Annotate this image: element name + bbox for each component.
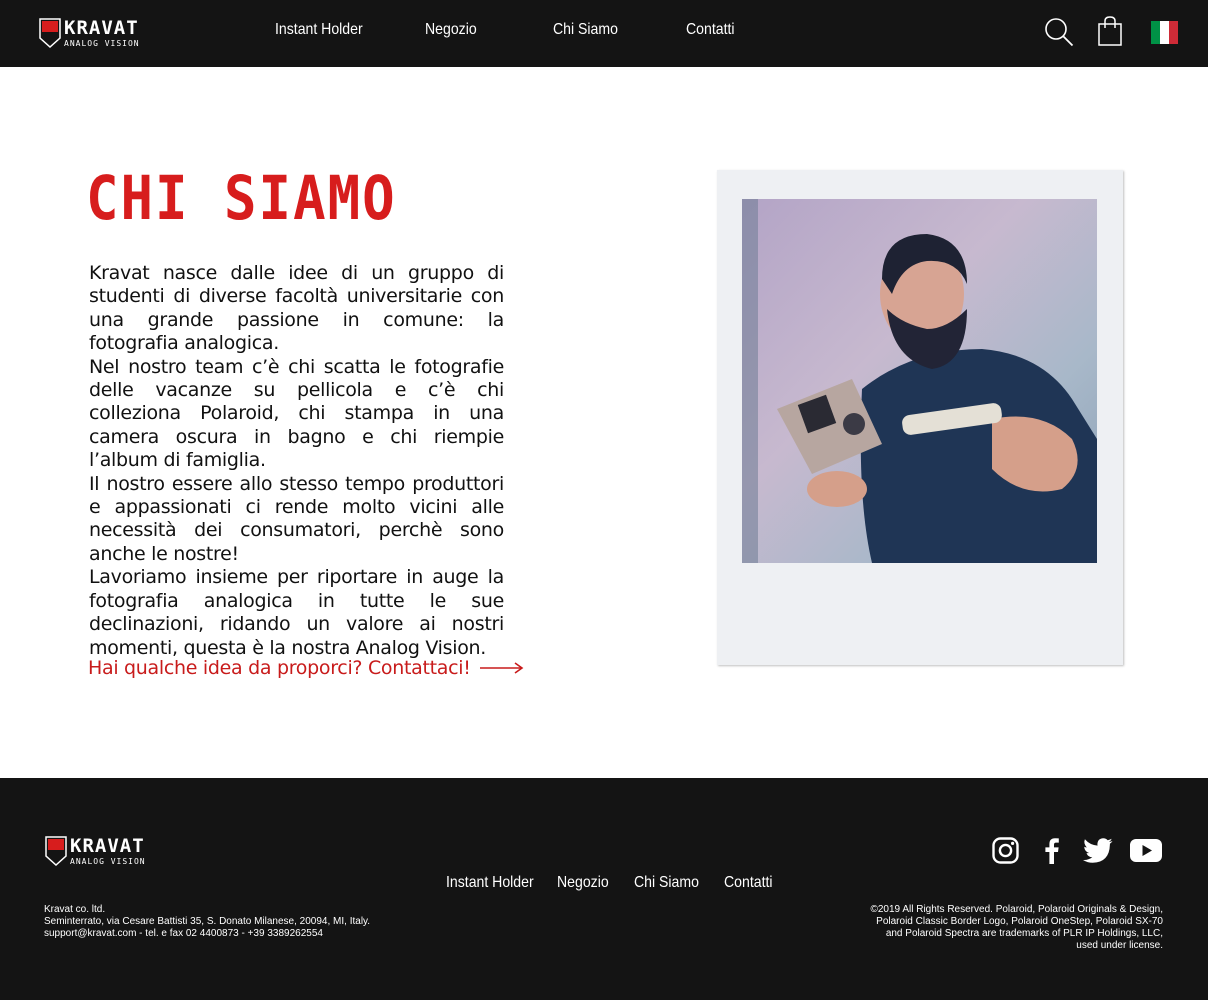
nav-chi-siamo[interactable]: Chi Siamo <box>553 21 618 39</box>
company-name: Kravat co. ltd. <box>44 904 106 915</box>
nav-instant-holder[interactable]: Instant Holder <box>275 21 363 39</box>
site-footer: KRAVAT ANALOG VISION Instant Holder Nego… <box>0 778 1208 1000</box>
team-member-photo <box>742 199 1097 563</box>
youtube-icon[interactable] <box>1130 838 1162 863</box>
logo-brand: KRAVAT <box>70 835 145 857</box>
footer-nav-instant-holder[interactable]: Instant Holder <box>446 874 534 892</box>
paragraph: Il nostro essere allo stesso tempo produ… <box>89 472 504 565</box>
flag-green-band <box>1151 21 1160 44</box>
search-icon[interactable] <box>1044 17 1074 47</box>
nav-contatti[interactable]: Contatti <box>686 21 735 39</box>
about-text: Kravat nasce dalle idee di un gruppo di … <box>89 262 504 660</box>
italian-flag-icon[interactable] <box>1151 21 1178 44</box>
paragraph: Kravat nasce dalle idee di un gruppo di … <box>89 262 504 355</box>
twitter-icon[interactable] <box>1083 838 1113 863</box>
header-logo[interactable]: KRAVAT ANALOG VISION <box>39 17 149 50</box>
company-address: Seminterrato, via Cesare Battisti 35, S.… <box>44 916 371 927</box>
legal-line: and Polaroid Spectra are trademarks of P… <box>885 928 1163 939</box>
logo-brand: KRAVAT <box>64 17 139 39</box>
paragraph: Lavoriamo insieme per riportare in auge … <box>89 566 504 659</box>
legal-line: ©2019 All Rights Reserved. Polaroid, Pol… <box>870 904 1163 915</box>
contact-cta-link[interactable]: Hai qualche idea da proporci? Contattaci… <box>88 657 524 679</box>
legal-notice: ©2019 All Rights Reserved. Polaroid, Pol… <box>833 904 1163 952</box>
site-header: KRAVAT ANALOG VISION Instant Holder Nego… <box>0 0 1208 67</box>
paragraph: Nel nostro team c’è chi scatta le fotogr… <box>89 355 504 472</box>
logo-tagline: ANALOG VISION <box>70 857 146 866</box>
instagram-icon[interactable] <box>992 837 1019 864</box>
kravat-shield-icon <box>39 18 61 48</box>
footer-nav-chi-siamo[interactable]: Chi Siamo <box>634 874 699 892</box>
footer-logo[interactable]: KRAVAT ANALOG VISION <box>45 835 155 868</box>
shopping-bag-icon[interactable] <box>1097 16 1123 46</box>
logo-tagline: ANALOG VISION <box>64 39 140 48</box>
footer-nav-contatti[interactable]: Contatti <box>724 874 773 892</box>
photo-illustration <box>742 199 1097 563</box>
company-info: Kravat co. ltd. Seminterrato, via Cesare… <box>44 904 370 940</box>
nav-negozio[interactable]: Negozio <box>425 21 477 39</box>
facebook-icon[interactable] <box>1042 837 1060 864</box>
footer-nav-negozio[interactable]: Negozio <box>557 874 609 892</box>
arrow-right-icon <box>479 662 523 674</box>
company-contacts: support@kravat.com - tel. e fax 02 44008… <box>44 928 323 939</box>
polaroid-frame <box>717 170 1123 665</box>
kravat-shield-icon <box>45 836 67 866</box>
page-title: CHI SIAMO <box>86 163 397 234</box>
flag-red-band <box>1169 21 1178 44</box>
cta-label: Hai qualche idea da proporci? Contattaci… <box>88 657 471 679</box>
legal-line: Polaroid Classic Border Logo, Polaroid O… <box>876 916 1163 927</box>
flag-white-band <box>1160 21 1169 44</box>
legal-line: used under license. <box>1076 940 1163 951</box>
